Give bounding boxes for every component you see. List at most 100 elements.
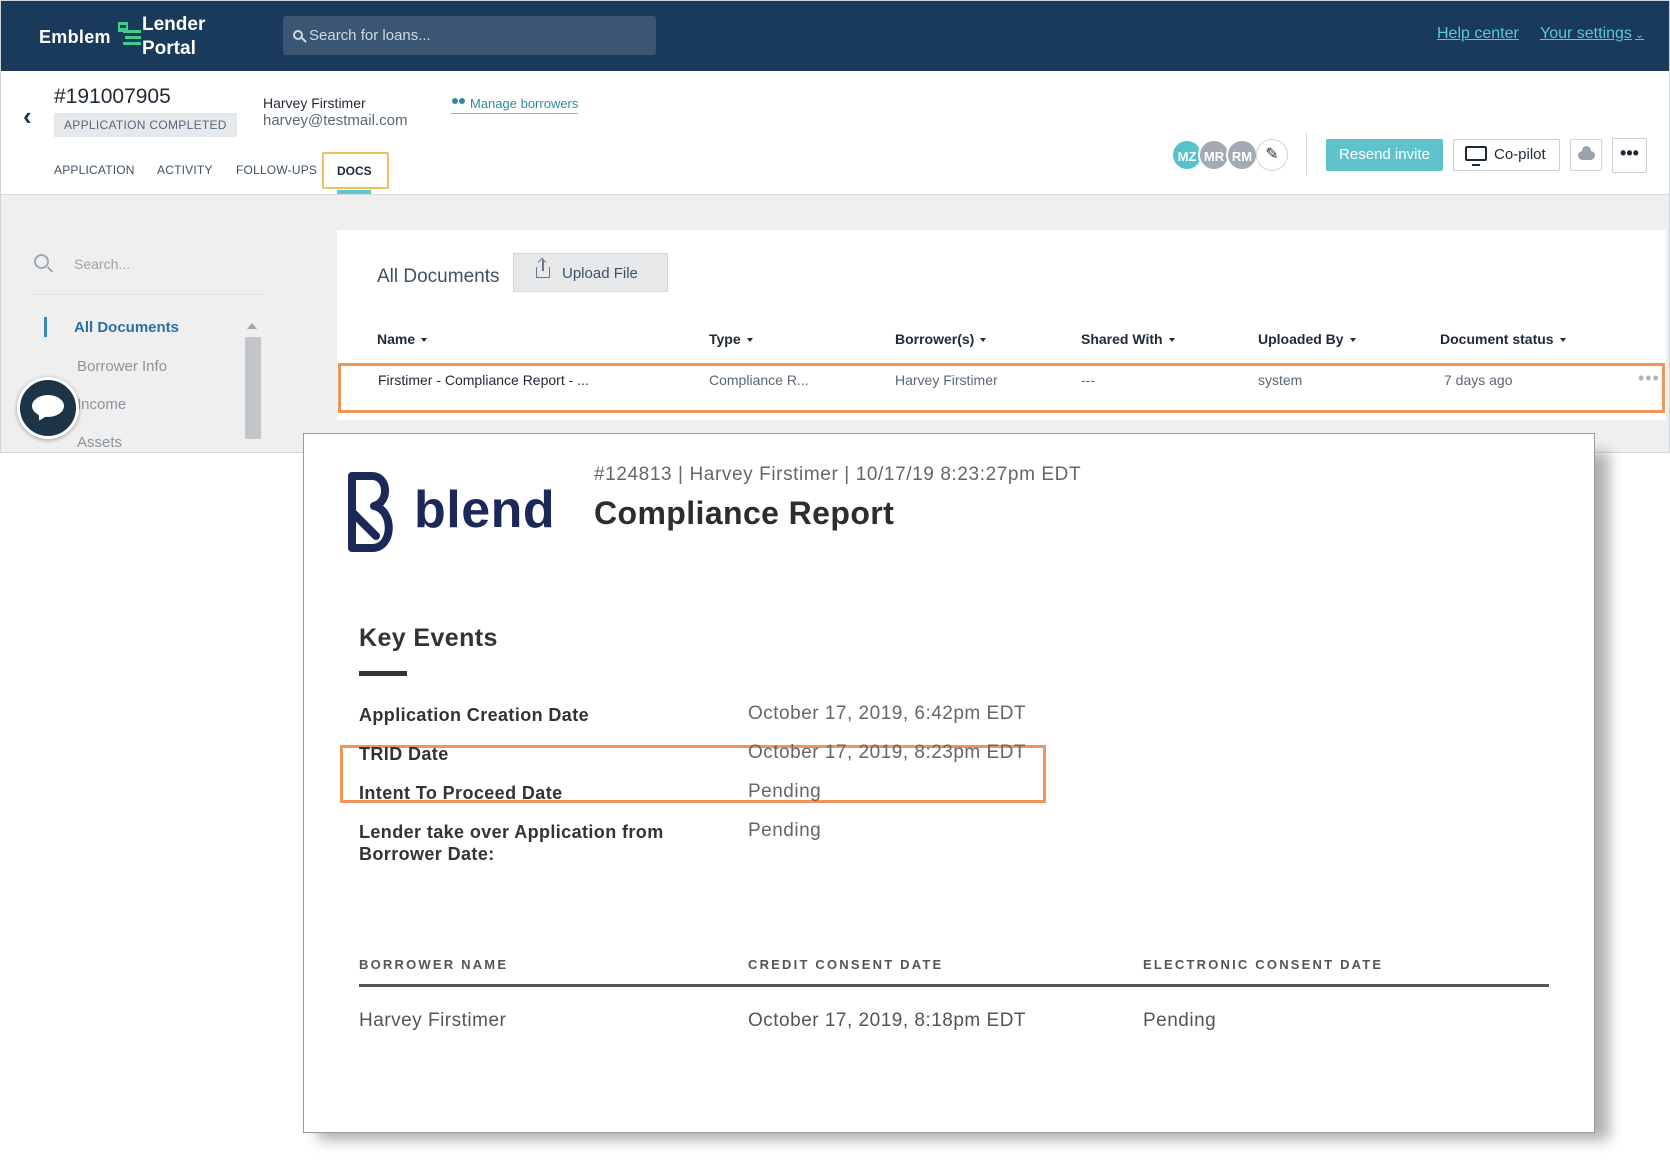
sidebar-item-all-documents[interactable]: All Documents [74, 319, 179, 336]
chat-bubble-icon[interactable] [17, 377, 79, 439]
consent-column-header: BORROWER NAME [359, 957, 509, 972]
upload-icon [536, 260, 550, 278]
sidebar-item-borrower-info[interactable]: Borrower Info [77, 358, 167, 375]
people-icon [451, 98, 466, 108]
upload-file-button[interactable]: Upload File [513, 253, 668, 292]
help-center-link[interactable]: Help center [1437, 25, 1519, 43]
event-value: October 17, 2019, 6:42pm EDT [748, 703, 1027, 724]
back-arrow-icon[interactable]: ‹ [23, 101, 32, 132]
pencil-icon: ✎ [1265, 146, 1279, 163]
event-label-line: Borrower Date: [359, 844, 495, 864]
upload-file-label: Upload File [562, 265, 638, 282]
chevron-down-icon: ⌄ [1634, 29, 1645, 41]
documents-panel: All Documents Upload File Name Type Borr… [337, 230, 1666, 420]
table-row[interactable] [338, 363, 1665, 413]
event-label: Lender take over Application from Borrow… [359, 821, 664, 865]
compliance-report-document: blend #124813 | Harvey Firstimer | 10/17… [303, 433, 1595, 1133]
sidebar-item-assets[interactable]: Assets [77, 434, 122, 451]
monitor-icon [1465, 146, 1487, 166]
doc-type-cell: Compliance R... [709, 372, 809, 388]
co-pilot-label: Co-pilot [1494, 146, 1546, 163]
event-value: Pending [748, 820, 822, 841]
lender-portal-logo-icon [118, 22, 141, 45]
your-settings-label: Your settings [1540, 25, 1632, 42]
sort-caret-icon [1349, 338, 1356, 343]
loan-search-input[interactable]: Search for loans... [283, 16, 656, 55]
column-header-shared-with[interactable]: Shared With [1081, 331, 1175, 347]
lender-portal-logo-text: Lender Portal [142, 13, 205, 61]
column-header-name[interactable]: Name [377, 331, 428, 347]
avatar[interactable]: RM [1226, 139, 1258, 171]
your-settings-link[interactable]: Your settings ⌄ [1540, 25, 1644, 43]
edit-team-button[interactable]: ✎ [1256, 139, 1288, 171]
tab-activity[interactable]: ACTIVITY [157, 163, 213, 177]
row-menu-icon[interactable]: ••• [1638, 368, 1660, 389]
sidebar-item-income[interactable]: Income [77, 396, 126, 413]
electronic-consent-cell: Pending [1143, 1010, 1217, 1031]
event-label: Application Creation Date [359, 705, 590, 725]
docs-search-input[interactable]: Search... [32, 251, 262, 295]
borrower-name: Harvey Firstimer [263, 95, 366, 111]
column-header-borrowers[interactable]: Borrower(s) [895, 331, 987, 347]
tab-application[interactable]: APPLICATION [54, 163, 135, 177]
heading-underline [359, 671, 407, 676]
credit-consent-cell: October 17, 2019, 8:18pm EDT [748, 1010, 1027, 1031]
logo-line-2: Portal [142, 38, 196, 59]
sidebar-scrollbar[interactable] [245, 337, 261, 439]
logo-line-1: Lender [142, 14, 206, 35]
loan-number: #191007905 [54, 85, 171, 108]
key-events-heading: Key Events [359, 624, 498, 652]
borrower-email: harvey@testmail.com [263, 112, 408, 129]
blend-logo-text: blend [414, 481, 556, 539]
doc-name-cell[interactable]: Firstimer - Compliance Report - ... [378, 372, 589, 388]
more-options-button[interactable]: ••• [1612, 138, 1647, 173]
search-icon [293, 30, 303, 40]
cloud-icon [1578, 146, 1595, 160]
column-header-label: Name [377, 331, 416, 347]
top-nav-bar: Emblem Lender Portal Search for loans...… [1, 1, 1669, 71]
manage-borrowers-label: Manage borrowers [470, 96, 579, 111]
docs-search-placeholder: Search... [74, 256, 131, 272]
event-label: TRID Date [359, 744, 449, 764]
event-label-line: Lender take over Application from [359, 822, 664, 842]
doc-status-cell: 7 days ago [1444, 372, 1513, 388]
column-header-label: Document status [1440, 331, 1554, 347]
manage-borrowers-link[interactable]: Manage borrowers [451, 96, 579, 114]
column-header-label: Type [709, 331, 741, 347]
sort-caret-icon [746, 338, 753, 343]
event-value: Pending [748, 781, 822, 802]
sort-caret-icon [1559, 338, 1566, 343]
divider [1306, 133, 1307, 175]
column-header-label: Shared With [1081, 331, 1163, 347]
sort-caret-icon [421, 338, 428, 343]
emblem-logo-text: Emblem [39, 27, 111, 47]
doc-borrowers-cell: Harvey Firstimer [895, 372, 998, 388]
cloud-upload-button[interactable] [1570, 139, 1602, 171]
tab-docs[interactable]: DOCS [337, 164, 372, 178]
tab-follow-ups[interactable]: FOLLOW-UPS [236, 163, 317, 177]
sort-caret-icon [1168, 338, 1175, 343]
scroll-up-arrow-icon[interactable] [247, 323, 257, 329]
column-header-type[interactable]: Type [709, 331, 753, 347]
column-header-uploaded-by[interactable]: Uploaded By [1258, 331, 1356, 347]
column-header-document-status[interactable]: Document status [1440, 331, 1566, 347]
loan-search-placeholder: Search for loans... [309, 27, 431, 44]
table-header-rule [359, 984, 1549, 987]
report-meta: #124813 | Harvey Firstimer | 10/17/19 8:… [594, 464, 1082, 485]
consent-borrower-cell: Harvey Firstimer [359, 1010, 507, 1031]
consent-column-header: CREDIT CONSENT DATE [748, 957, 944, 972]
column-header-label: Uploaded By [1258, 331, 1344, 347]
screenshot-root: Emblem Lender Portal Search for loans...… [0, 0, 1670, 1161]
documents-title: All Documents [377, 266, 500, 287]
active-item-indicator [44, 317, 47, 337]
blend-logo-icon [348, 472, 393, 552]
active-tab-indicator [337, 190, 371, 194]
co-pilot-button[interactable]: Co-pilot [1453, 139, 1560, 171]
resend-invite-button[interactable]: Resend invite [1326, 139, 1443, 171]
report-title: Compliance Report [594, 495, 895, 531]
column-header-label: Borrower(s) [895, 331, 975, 347]
sort-caret-icon [980, 338, 987, 343]
doc-shared-with-cell: --- [1081, 372, 1095, 388]
doc-uploaded-by-cell: system [1258, 372, 1303, 388]
status-badge: APPLICATION COMPLETED [54, 113, 237, 137]
